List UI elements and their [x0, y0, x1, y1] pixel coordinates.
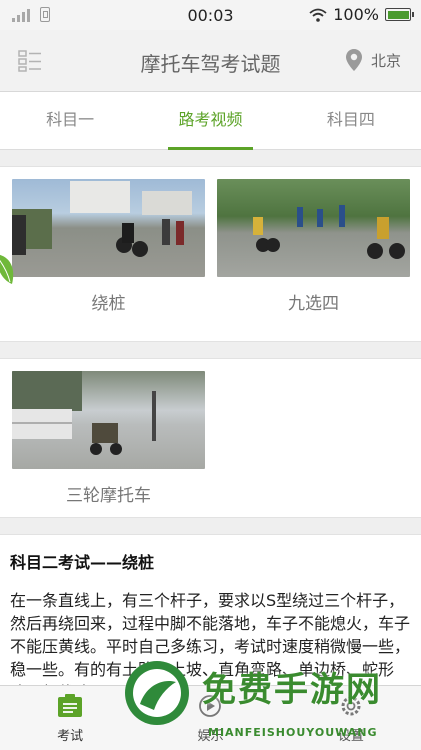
tab-subject-four[interactable]: 科目四: [281, 92, 421, 149]
video-row: 三轮摩托车: [0, 358, 421, 518]
settings-icon: [341, 696, 361, 716]
video-card[interactable]: 九选四: [217, 179, 410, 341]
nav-label: 娱乐: [197, 729, 224, 744]
video-caption: 绕桩: [91, 294, 126, 314]
location-selector[interactable]: 北京: [345, 48, 401, 72]
video-card[interactable]: 三轮摩托车: [12, 371, 205, 517]
video-caption: 九选四: [288, 294, 339, 314]
video-thumbnail[interactable]: [12, 371, 205, 469]
location-pin-icon: [345, 49, 362, 71]
nav-label: 考试: [57, 729, 84, 744]
battery-percentage: 100%: [333, 5, 379, 24]
video-row: 绕桩 九选四: [0, 166, 421, 342]
tab-road-test-videos[interactable]: 路考视频: [140, 92, 280, 150]
status-bar: 00:03 100%: [0, 0, 421, 30]
wifi-icon: [309, 8, 327, 22]
battery-icon: [385, 8, 414, 21]
nav-settings[interactable]: 设置: [281, 686, 421, 750]
bottom-nav: 考试 娱乐 设置: [0, 685, 421, 750]
article: 科目二考试——绕桩 在一条直线上，有三个杆子，要求以S型绕过三个杆子，然后再绕回…: [0, 534, 421, 685]
content-area[interactable]: 绕桩 九选四 三轮摩托车 科目二考试——绕桩 在一条直线上，有三个杆子，要求以S…: [0, 150, 421, 685]
article-title: 科目二考试——绕桩: [10, 553, 155, 572]
nav-label: 设置: [337, 729, 364, 744]
video-card[interactable]: 绕桩: [12, 179, 205, 341]
app-header: 摩托车驾考试题 北京: [0, 30, 421, 92]
tab-subject-one[interactable]: 科目一: [0, 92, 140, 149]
nav-entertainment[interactable]: 娱乐: [140, 686, 280, 750]
video-caption: 三轮摩托车: [66, 486, 151, 506]
video-thumbnail[interactable]: [12, 179, 205, 277]
article-body: 在一条直线上，有三个杆子，要求以S型绕过三个杆子，然后再绕回来，过程中脚不能落地…: [10, 591, 411, 685]
leaf-decoration-icon: [0, 254, 14, 284]
nav-exam[interactable]: 考试: [0, 686, 140, 750]
entertainment-icon: [199, 695, 222, 717]
city-label: 北京: [370, 51, 401, 70]
video-thumbnail[interactable]: [217, 179, 410, 277]
tab-bar: 科目一 路考视频 科目四: [0, 92, 421, 150]
exam-icon: [58, 694, 83, 717]
